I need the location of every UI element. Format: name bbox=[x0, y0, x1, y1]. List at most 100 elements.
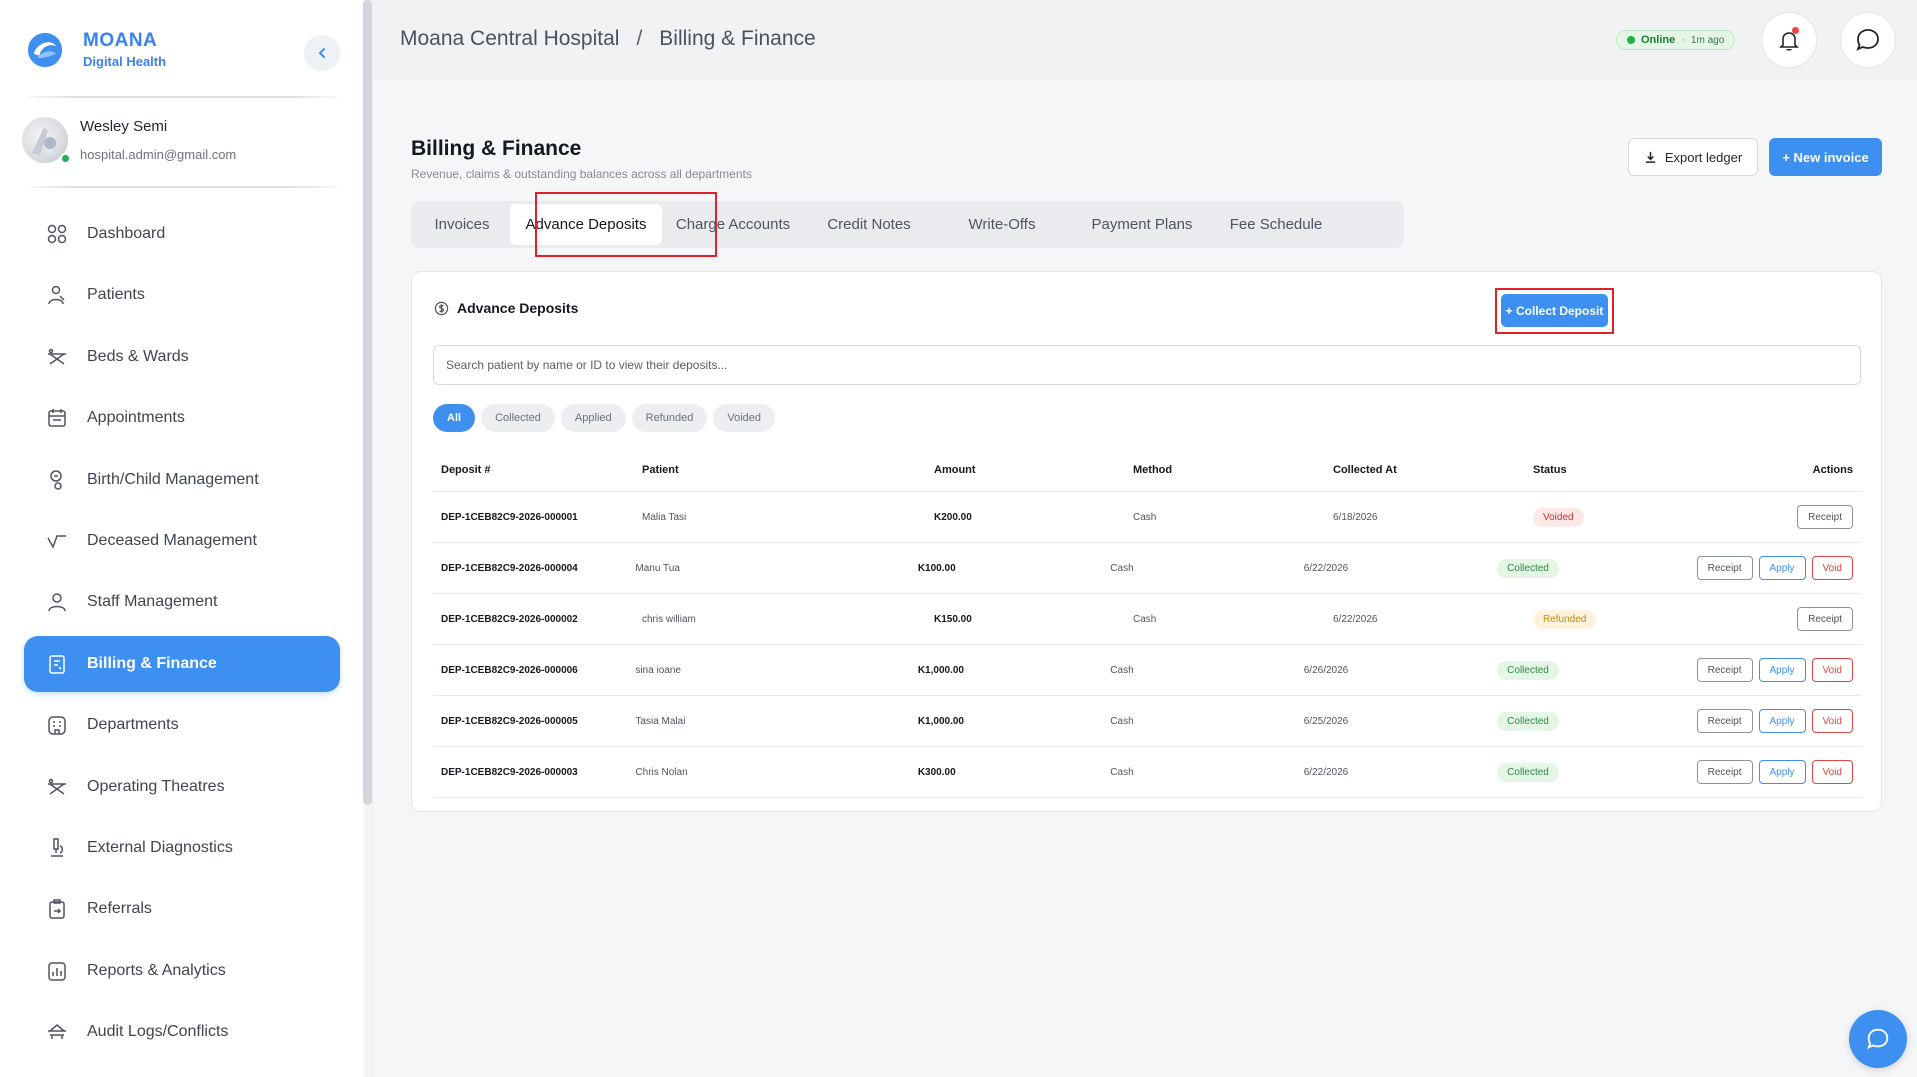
receipt-button[interactable]: Receipt bbox=[1797, 505, 1853, 529]
sidebar-item-operating-theatres[interactable]: Operating Theatres bbox=[24, 759, 340, 815]
breadcrumb-root[interactable]: Moana Central Hospital bbox=[400, 27, 619, 51]
apply-button[interactable]: Apply bbox=[1758, 709, 1806, 733]
tab-credit-notes[interactable]: Credit Notes bbox=[804, 204, 934, 245]
table-row: DEP-1CEB82C9-2026-000006 sina ioane K1,0… bbox=[433, 645, 1861, 696]
online-label: Online bbox=[1641, 34, 1676, 46]
messages-button[interactable] bbox=[1840, 12, 1896, 68]
receipt-button[interactable]: Receipt bbox=[1696, 760, 1753, 784]
sidebar-item-label: External Diagnostics bbox=[87, 838, 233, 856]
brand-subtitle: Digital Health bbox=[83, 54, 167, 69]
sidebar-item-dashboard[interactable]: Dashboard bbox=[24, 206, 340, 262]
receipt-button[interactable]: Receipt bbox=[1696, 556, 1753, 580]
filter-chip-all[interactable]: All bbox=[433, 404, 476, 432]
sidebar-item-birth-child[interactable]: Birth/Child Management bbox=[24, 452, 340, 508]
brand[interactable]: MOANA Digital Health bbox=[26, 30, 166, 69]
deposit-id: DEP-1CEB82C9-2026-000005 bbox=[441, 715, 578, 727]
sidebar-item-patients[interactable]: Patients bbox=[24, 267, 340, 323]
online-status-badge: Online · 1m ago bbox=[1616, 30, 1736, 50]
deposit-amount: K1,000.00 bbox=[917, 664, 964, 676]
chevron-left-icon bbox=[318, 48, 325, 58]
highlight-box bbox=[1495, 288, 1614, 334]
online-dot-icon bbox=[1627, 36, 1635, 44]
support-chat-button[interactable] bbox=[1849, 1010, 1907, 1068]
sidebar-item-label: Appointments bbox=[87, 409, 185, 427]
apply-button[interactable]: Apply bbox=[1758, 658, 1806, 682]
column-header-deposit[interactable]: Deposit # bbox=[433, 464, 642, 476]
sidebar-item-audit-logs[interactable]: Audit Logs/Conflicts bbox=[24, 1004, 340, 1060]
sidebar-item-deceased[interactable]: Deceased Management bbox=[24, 513, 340, 569]
deposit-amount: K300.00 bbox=[917, 766, 956, 778]
sidebar-item-label: Beds & Wards bbox=[87, 347, 189, 365]
collapse-sidebar-button[interactable] bbox=[304, 35, 340, 71]
deposit-id: DEP-1CEB82C9-2026-000006 bbox=[441, 664, 578, 676]
departments-icon bbox=[48, 716, 66, 735]
tab-fee-schedule[interactable]: Fee Schedule bbox=[1214, 204, 1338, 245]
payment-method: Cash bbox=[1110, 664, 1134, 676]
moana-logo-icon bbox=[27, 32, 63, 67]
sidebar-scrollbar[interactable] bbox=[363, 0, 372, 805]
void-button[interactable]: Void bbox=[1811, 658, 1853, 682]
sidebar-item-departments[interactable]: Departments bbox=[24, 697, 340, 753]
receipt-button[interactable]: Receipt bbox=[1797, 607, 1853, 631]
sidebar-item-referrals[interactable]: Referrals bbox=[24, 881, 340, 937]
sidebar-item-staff[interactable]: Staff Management bbox=[24, 574, 340, 630]
online-status-dot bbox=[60, 153, 71, 164]
filter-chip-collected[interactable]: Collected bbox=[481, 404, 555, 432]
dollar-circle-icon bbox=[434, 301, 449, 315]
user-profile[interactable]: Wesley Semi hospital.admin@gmail.com bbox=[22, 117, 236, 164]
void-button[interactable]: Void bbox=[1811, 760, 1853, 784]
column-header-collected-at[interactable]: Collected At bbox=[1333, 464, 1533, 476]
column-header-status[interactable]: Status bbox=[1533, 464, 1733, 476]
sidebar-item-label: Staff Management bbox=[87, 593, 218, 611]
receipt-button[interactable]: Receipt bbox=[1696, 658, 1753, 682]
audit-icon bbox=[48, 1024, 66, 1040]
column-header-method[interactable]: Method bbox=[1133, 464, 1333, 476]
status-badge: Collected bbox=[1497, 711, 1559, 731]
sidebar-item-beds-wards[interactable]: Beds & Wards bbox=[24, 329, 340, 385]
export-ledger-button[interactable]: Export ledger bbox=[1628, 138, 1758, 176]
top-bar: Moana Central Hospital / Billing & Finan… bbox=[373, 0, 1917, 80]
card-title-label: Advance Deposits bbox=[457, 300, 579, 316]
calendar-icon bbox=[48, 409, 66, 427]
table-row: DEP-1CEB82C9-2026-000005 Tasia Malai K1,… bbox=[433, 696, 1861, 747]
main-content: Billing & Finance Revenue, claims & outs… bbox=[373, 80, 1917, 1077]
filter-chip-voided[interactable]: Voided bbox=[713, 404, 775, 432]
filter-chip-refunded[interactable]: Refunded bbox=[631, 404, 708, 432]
new-invoice-button[interactable]: + New invoice bbox=[1769, 138, 1882, 176]
column-header-actions: Actions bbox=[1812, 464, 1853, 476]
sidebar-item-appointments[interactable]: Appointments bbox=[24, 390, 340, 446]
deposit-search-input[interactable] bbox=[433, 345, 1861, 385]
void-button[interactable]: Void bbox=[1811, 709, 1853, 733]
sidebar-item-label: Reports & Analytics bbox=[87, 961, 226, 979]
column-header-patient[interactable]: Patient bbox=[642, 464, 934, 476]
page-subtitle: Revenue, claims & outstanding balances a… bbox=[411, 167, 752, 181]
deceased-icon bbox=[47, 535, 66, 549]
online-last-seen: 1m ago bbox=[1690, 34, 1725, 46]
table-row: DEP-1CEB82C9-2026-000001 Malia Tasi K200… bbox=[433, 492, 1861, 543]
tab-write-offs[interactable]: Write-Offs bbox=[934, 204, 1070, 245]
card-title: Advance Deposits bbox=[434, 300, 578, 316]
sidebar-item-external-diagnostics[interactable]: External Diagnostics bbox=[24, 820, 340, 876]
status-badge: Refunded bbox=[1533, 609, 1597, 629]
sidebar-item-billing-finance[interactable]: Billing & Finance bbox=[24, 635, 340, 692]
table-header: Deposit # Patient Amount Method Collecte… bbox=[433, 449, 1861, 492]
status-badge: Voided bbox=[1533, 507, 1584, 527]
tab-invoices[interactable]: Invoices bbox=[414, 204, 510, 245]
sidebar-item-label: Referrals bbox=[87, 900, 152, 918]
chat-bubble-icon bbox=[1856, 29, 1879, 51]
divider bbox=[28, 96, 338, 98]
sidebar: MOANA Digital Health Wesley Semi hospita… bbox=[0, 0, 364, 1077]
patient-name: Manu Tua bbox=[635, 562, 680, 574]
deposit-id: DEP-1CEB82C9-2026-000002 bbox=[441, 613, 578, 625]
void-button[interactable]: Void bbox=[1811, 556, 1853, 580]
apply-button[interactable]: Apply bbox=[1758, 556, 1806, 580]
filter-chip-applied[interactable]: Applied bbox=[560, 404, 626, 432]
divider bbox=[28, 186, 338, 188]
column-header-amount[interactable]: Amount bbox=[934, 464, 1133, 476]
apply-button[interactable]: Apply bbox=[1758, 760, 1806, 784]
notifications-button[interactable] bbox=[1761, 12, 1817, 68]
tab-payment-plans[interactable]: Payment Plans bbox=[1070, 204, 1214, 245]
receipt-button[interactable]: Receipt bbox=[1696, 709, 1753, 733]
sidebar-item-reports-analytics[interactable]: Reports & Analytics bbox=[24, 943, 340, 999]
payment-method: Cash bbox=[1110, 766, 1134, 778]
